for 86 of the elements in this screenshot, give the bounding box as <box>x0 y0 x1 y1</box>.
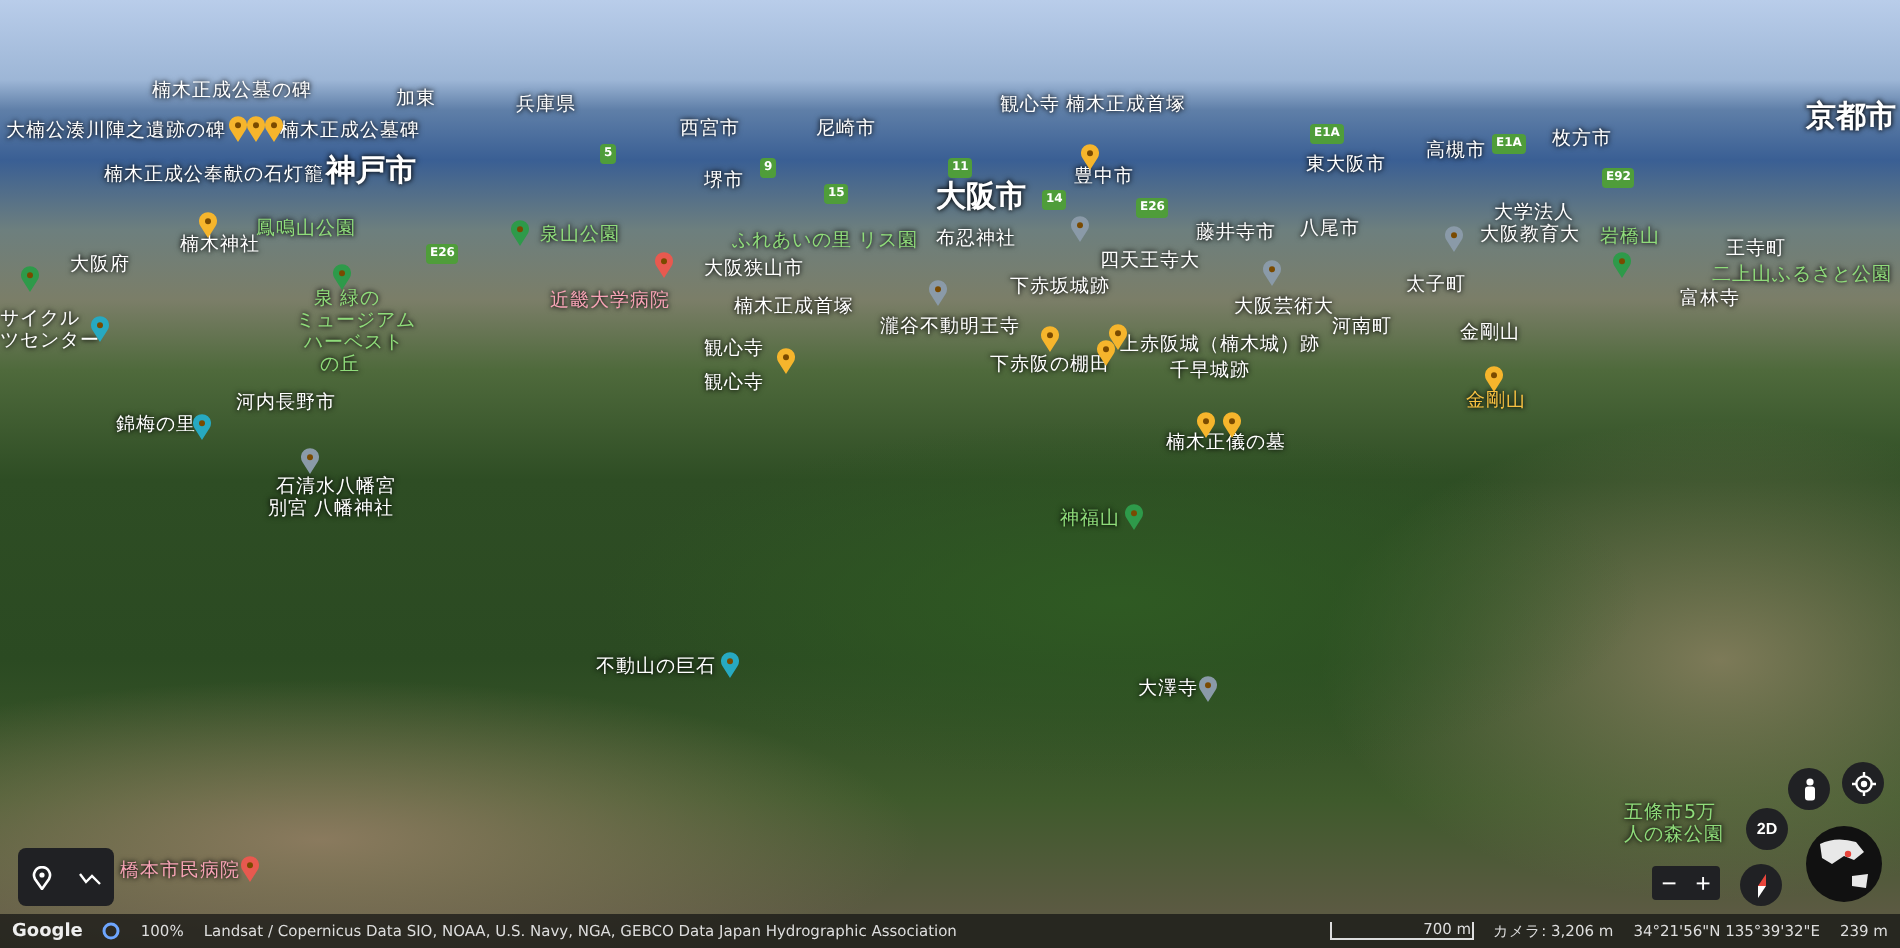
loading-ring-icon <box>102 922 121 940</box>
map-pin-icon[interactable] <box>90 316 110 342</box>
map-label[interactable]: 藤井寺市 <box>1196 224 1276 246</box>
map-label[interactable]: 金剛山 <box>1466 392 1526 414</box>
crosshair-icon <box>1851 771 1875 795</box>
map-label[interactable]: 兵庫県 <box>516 96 576 118</box>
map-label[interactable]: ミュージアム <box>296 312 416 334</box>
map-label[interactable]: 楠木正成公墓の碑 <box>152 82 312 104</box>
map-label[interactable]: の丘 <box>320 356 360 378</box>
map-label[interactable]: 橋本市民病院 <box>120 862 240 884</box>
map-label[interactable]: サイクル <box>0 310 80 332</box>
compass-button[interactable] <box>1740 864 1782 906</box>
map-label[interactable]: 八尾市 <box>1300 220 1360 242</box>
map-label[interactable]: 楠木正成首塚 <box>734 298 854 320</box>
map-label[interactable]: 泉 緑の <box>314 290 381 312</box>
map-label[interactable]: 豊中市 <box>1074 168 1134 190</box>
view-mode-button[interactable]: 2D <box>1746 808 1788 850</box>
map-label[interactable]: ハーベスト <box>304 334 404 356</box>
map-label[interactable]: 人の森公園 <box>1624 826 1724 848</box>
map-label[interactable]: 東大阪市 <box>1306 156 1386 178</box>
map-label[interactable]: 石清水八幡宮 <box>276 478 396 500</box>
shrine-pin-icon[interactable] <box>300 448 320 474</box>
map-label[interactable]: 富林寺 <box>1680 290 1740 312</box>
map-label[interactable]: 大澤寺 <box>1138 680 1198 702</box>
map-label[interactable]: 観心寺 楠木正成首塚 <box>1000 96 1187 118</box>
map-label[interactable]: 河内長野市 <box>236 394 336 416</box>
map-label[interactable]: 西宮市 <box>680 120 740 142</box>
park-pin-icon[interactable] <box>20 266 40 292</box>
park-pin-icon[interactable] <box>332 264 352 290</box>
map-label[interactable]: 神福山 <box>1060 510 1120 532</box>
map-label[interactable]: 金剛山 <box>1460 324 1520 346</box>
map-label[interactable]: 神戸市 <box>326 154 416 189</box>
map-label[interactable]: ツセンター <box>0 332 100 354</box>
map-label[interactable]: 王寺町 <box>1726 240 1786 262</box>
map-label[interactable]: 尼崎市 <box>816 120 876 142</box>
map-label[interactable]: 大阪府 <box>70 256 130 278</box>
temple-pin-icon[interactable] <box>1198 676 1218 702</box>
map-label[interactable]: 大阪教育大 <box>1480 226 1580 248</box>
street-view-button[interactable] <box>1788 768 1830 810</box>
map-label[interactable]: 鳳鳴山公園 <box>256 220 356 242</box>
my-location-button[interactable] <box>1842 762 1884 804</box>
map-label[interactable]: 錦梅の里 <box>116 416 196 438</box>
map-label[interactable]: 千早城跡 <box>1170 362 1250 384</box>
map-label[interactable]: 下赤坂城跡 <box>1010 278 1110 300</box>
map-label[interactable]: 加東 <box>396 90 436 112</box>
map-label[interactable]: 大阪狭山市 <box>704 260 804 282</box>
map-label[interactable]: 楠木正成公墓碑 <box>280 122 420 144</box>
globe-icon[interactable] <box>1804 824 1884 904</box>
map-label[interactable]: ふれあいの里 リス園 <box>732 232 919 254</box>
park-pin-icon[interactable] <box>1612 252 1632 278</box>
map-label[interactable]: 高槻市 <box>1426 142 1486 164</box>
park-pin-icon[interactable] <box>510 220 530 246</box>
map-label[interactable]: 大楠公湊川陣之遺跡の碑 <box>6 122 226 144</box>
map-label[interactable]: 楠木神社 <box>180 236 260 258</box>
map-label[interactable]: 太子町 <box>1406 276 1466 298</box>
map-label[interactable]: 大阪芸術大 <box>1234 298 1334 320</box>
map-label[interactable]: 河南町 <box>1332 318 1392 340</box>
map-label[interactable]: 大学法人 <box>1494 204 1574 226</box>
map-label[interactable]: 岩橋山 <box>1600 228 1660 250</box>
map-label[interactable]: 泉山公園 <box>540 226 620 248</box>
add-placemark-icon[interactable] <box>31 865 51 889</box>
map-label[interactable]: 二上山ふるさと公園 <box>1712 266 1892 288</box>
map-label[interactable]: 上赤阪城（楠木城）跡 <box>1120 336 1320 358</box>
map-pin-icon[interactable] <box>1484 366 1504 392</box>
zoom-in-button[interactable]: + <box>1686 866 1720 900</box>
park-pin-icon[interactable] <box>1124 504 1144 530</box>
map-pin-icon[interactable] <box>264 116 284 142</box>
map-label[interactable]: 瀧谷不動明王寺 <box>880 318 1020 340</box>
map-pin-icon[interactable] <box>1080 144 1100 170</box>
zoom-out-button[interactable]: − <box>1652 866 1686 900</box>
map-label[interactable]: 不動山の巨石 <box>596 658 716 680</box>
map-label[interactable]: 楠木正儀の墓 <box>1166 434 1286 456</box>
map-label[interactable]: 京都市 <box>1806 100 1896 135</box>
map-label[interactable]: 観心寺 <box>704 374 764 396</box>
map-label[interactable]: 堺市 <box>704 172 744 194</box>
map-label[interactable]: 観心寺 <box>704 340 764 362</box>
draw-path-icon[interactable] <box>77 869 101 885</box>
map-label[interactable]: 楠木正成公奉献の石灯籠 <box>104 166 324 188</box>
map-label[interactable]: 四天王寺大 <box>1100 252 1200 274</box>
map-label[interactable]: 五條市5万 <box>1624 804 1717 826</box>
map-label[interactable]: 別宮 八幡神社 <box>268 500 395 522</box>
map-label[interactable]: 大阪市 <box>936 180 1026 215</box>
map-label[interactable]: 枚方市 <box>1552 130 1612 152</box>
map-label[interactable]: 布忍神社 <box>936 230 1016 252</box>
person-icon <box>1801 777 1817 801</box>
google-logo: Google <box>12 921 83 941</box>
